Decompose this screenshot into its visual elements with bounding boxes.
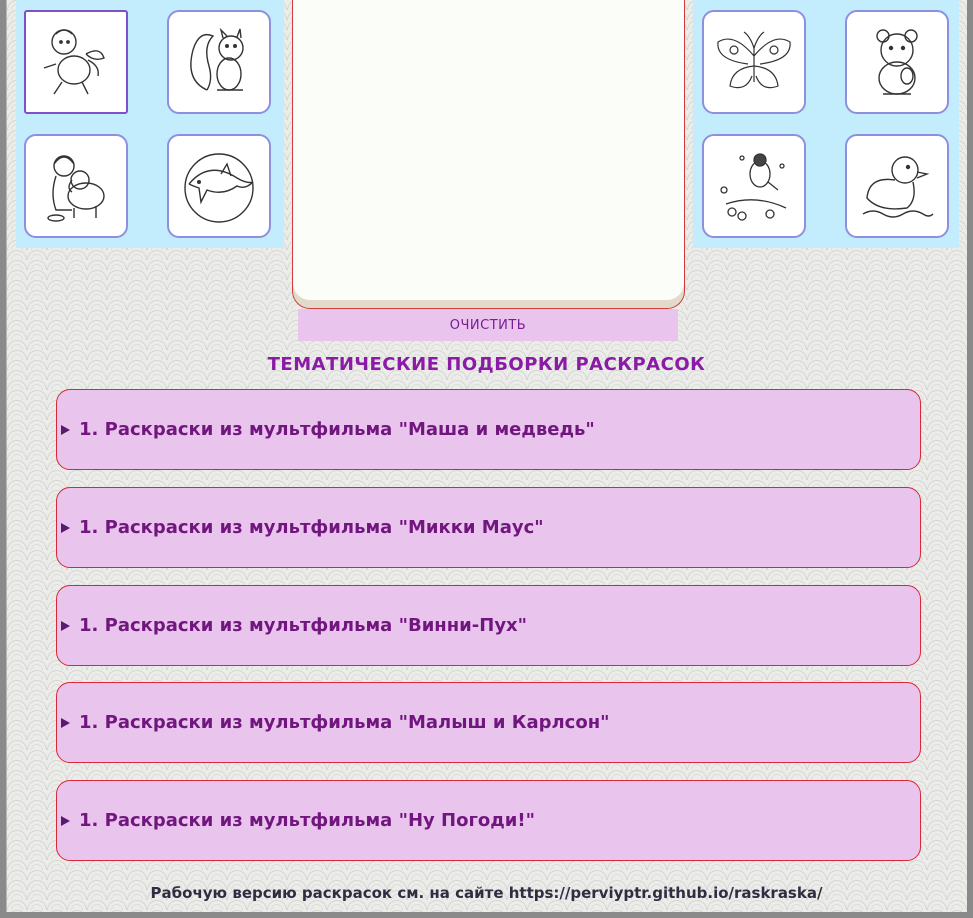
category-item[interactable]: 1. Раскраски из мультфильма "Малыш и Кар… <box>56 682 921 763</box>
thumbnail-panel-right <box>693 0 959 248</box>
butterfly-icon <box>717 31 791 89</box>
category-label: 1. Раскраски из мультфильма "Ну Погоди!" <box>79 810 535 831</box>
window-edge-right <box>967 0 973 918</box>
category-label: 1. Раскраски из мультфильма "Микки Маус" <box>79 517 544 538</box>
clear-button[interactable]: ОЧИСТИТЬ <box>298 309 678 341</box>
thumbnail-boy-carlson[interactable] <box>24 10 128 114</box>
coloring-canvas[interactable] <box>292 0 685 309</box>
squirrel-icon <box>190 27 244 91</box>
hamster-icon <box>876 29 918 95</box>
footer-note: Рабочую версию раскрасок см. на сайте ht… <box>150 884 823 902</box>
category-item[interactable]: 1. Раскраски из мультфильма "Ну Погоди!" <box>56 780 921 861</box>
thumbnail-dolphin[interactable] <box>167 134 271 238</box>
disclosure-triangle-icon <box>61 620 70 631</box>
thumbnail-butterfly[interactable] <box>702 10 806 114</box>
category-label: 1. Раскраски из мультфильма "Маша и медв… <box>79 419 595 440</box>
disclosure-triangle-icon <box>61 815 70 826</box>
thumbnail-panel-left <box>16 0 284 248</box>
section-title: ТЕМАТИЧЕСКИЕ ПОДБОРКИ РАСКРАСОК <box>267 354 706 375</box>
thumbnail-girl-dog[interactable] <box>24 134 128 238</box>
category-label: 1. Раскраски из мультфильма "Винни-Пух" <box>79 615 528 636</box>
thumbnail-duckling[interactable] <box>845 134 949 238</box>
girl-with-dog-icon <box>47 155 105 222</box>
thumbnail-hamster[interactable] <box>845 10 949 114</box>
category-label: 1. Раскраски из мультфильма "Малыш и Кар… <box>79 712 610 733</box>
disclosure-triangle-icon <box>61 522 70 533</box>
window-edge-bottom <box>0 912 973 918</box>
category-item[interactable]: 1. Раскраски из мультфильма "Маша и медв… <box>56 389 921 470</box>
category-item[interactable]: 1. Раскраски из мультфильма "Винни-Пух" <box>56 585 921 666</box>
disclosure-triangle-icon <box>61 717 70 728</box>
dolphin-icon <box>184 153 254 223</box>
category-item[interactable]: 1. Раскраски из мультфильма "Микки Маус" <box>56 487 921 568</box>
thumbnail-bird[interactable] <box>702 134 806 238</box>
thumbnail-squirrel[interactable] <box>167 10 271 114</box>
bird-on-branch-icon <box>720 153 787 221</box>
disclosure-triangle-icon <box>61 424 70 435</box>
boy-carlson-icon <box>43 29 105 95</box>
duckling-icon <box>862 156 934 218</box>
